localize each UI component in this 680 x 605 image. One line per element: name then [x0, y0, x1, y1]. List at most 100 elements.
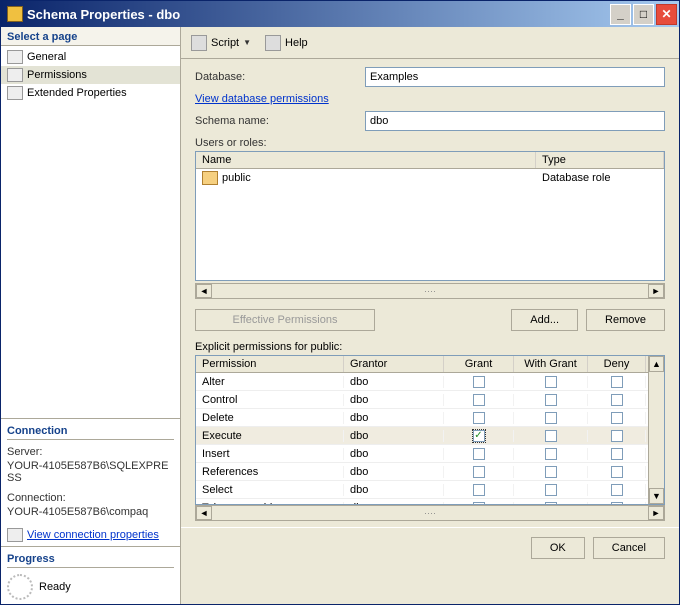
checkbox[interactable]: [473, 484, 485, 496]
database-label: Database:: [195, 71, 365, 83]
permission-row[interactable]: Selectdbo: [196, 481, 648, 499]
dialog-footer: OK Cancel: [181, 527, 679, 567]
connection-value: YOUR-4105E587B6\compaq: [7, 506, 174, 518]
users-horizontal-scrollbar[interactable]: ◄ ···· ►: [195, 283, 665, 299]
permission-row[interactable]: Take ownershipdbo: [196, 499, 648, 504]
sidebar-item-permissions[interactable]: Permissions: [1, 66, 180, 84]
permission-grantor: dbo: [344, 502, 444, 505]
perms-col-with-grant[interactable]: With Grant: [514, 356, 588, 372]
checkbox[interactable]: [611, 448, 623, 460]
perms-col-grantor[interactable]: Grantor: [344, 356, 444, 372]
users-roles-label: Users or roles:: [181, 137, 679, 151]
checkbox[interactable]: [545, 376, 557, 388]
scroll-track[interactable]: [649, 372, 664, 488]
checkbox[interactable]: [611, 484, 623, 496]
users-roles-list[interactable]: Name Type publicDatabase role: [195, 151, 665, 281]
progress-state: Ready: [39, 581, 71, 593]
checkbox[interactable]: [611, 394, 623, 406]
schema-name-field[interactable]: [365, 111, 665, 131]
perms-col-permission[interactable]: Permission: [196, 356, 344, 372]
app-icon: [7, 6, 23, 22]
minimize-button[interactable]: _: [610, 4, 631, 25]
checkbox[interactable]: [611, 376, 623, 388]
connection-label: Connection:: [7, 492, 174, 504]
permission-row[interactable]: Referencesdbo: [196, 463, 648, 481]
script-label: Script: [211, 37, 239, 49]
permission-name: Alter: [196, 376, 344, 388]
properties-icon: [7, 528, 23, 542]
sidebar-item-general[interactable]: General: [1, 48, 180, 66]
sidebar-item-label: Extended Properties: [27, 87, 127, 99]
database-field[interactable]: [365, 67, 665, 87]
permission-row[interactable]: Controldbo: [196, 391, 648, 409]
scroll-up-button[interactable]: ▲: [649, 356, 664, 372]
checkbox[interactable]: [611, 466, 623, 478]
view-connection-properties-link[interactable]: View connection properties: [7, 528, 174, 542]
perms-col-grant[interactable]: Grant: [444, 356, 514, 372]
permission-row[interactable]: Alterdbo: [196, 373, 648, 391]
permissions-vertical-scrollbar[interactable]: ▲ ▼: [648, 356, 664, 504]
progress-header: Progress: [7, 553, 174, 568]
cancel-button[interactable]: Cancel: [593, 537, 665, 559]
server-label: Server:: [7, 446, 174, 458]
permission-name: Insert: [196, 448, 344, 460]
maximize-button[interactable]: □: [633, 4, 654, 25]
permission-row[interactable]: Deletedbo: [196, 409, 648, 427]
perms-col-deny[interactable]: Deny: [588, 356, 646, 372]
view-database-permissions-link[interactable]: View database permissions: [195, 93, 665, 105]
sidebar-item-extended-properties[interactable]: Extended Properties: [1, 84, 180, 102]
ok-button[interactable]: OK: [531, 537, 585, 559]
checkbox[interactable]: [545, 484, 557, 496]
checkbox[interactable]: [545, 412, 557, 424]
users-row[interactable]: publicDatabase role: [196, 169, 664, 187]
checkbox[interactable]: [545, 448, 557, 460]
users-col-name[interactable]: Name: [196, 152, 536, 168]
checkbox[interactable]: [473, 466, 485, 478]
connection-header: Connection: [7, 425, 174, 440]
close-button[interactable]: ✕: [656, 4, 677, 25]
remove-button[interactable]: Remove: [586, 309, 665, 331]
users-col-type[interactable]: Type: [536, 152, 664, 168]
scroll-left-button[interactable]: ◄: [196, 506, 212, 520]
permissions-grid: Permission Grantor Grant With Grant Deny…: [195, 355, 665, 505]
checkbox[interactable]: [473, 412, 485, 424]
permission-grantor: dbo: [344, 448, 444, 460]
checkbox[interactable]: ✓: [473, 430, 485, 442]
checkbox[interactable]: [545, 466, 557, 478]
permissions-horizontal-scrollbar[interactable]: ◄ ···· ►: [195, 505, 665, 521]
permission-name: Control: [196, 394, 344, 406]
explicit-permissions-label: Explicit permissions for public:: [181, 339, 679, 355]
dialog-window: Schema Properties - dbo _ □ ✕ Select a p…: [0, 0, 680, 605]
user-type: Database role: [542, 172, 658, 184]
checkbox[interactable]: [473, 376, 485, 388]
checkbox[interactable]: [611, 412, 623, 424]
checkbox[interactable]: [545, 394, 557, 406]
main-panel: Script ▼ Help Database: View database pe…: [181, 27, 679, 604]
scroll-left-button[interactable]: ◄: [196, 284, 212, 298]
permission-name: Take ownership: [196, 502, 344, 505]
titlebar[interactable]: Schema Properties - dbo _ □ ✕: [1, 1, 679, 27]
help-button[interactable]: Help: [265, 35, 308, 51]
effective-permissions-button[interactable]: Effective Permissions: [195, 309, 375, 331]
scroll-track[interactable]: ····: [212, 508, 648, 518]
role-icon: [202, 171, 218, 185]
checkbox[interactable]: [473, 502, 485, 505]
checkbox[interactable]: [473, 394, 485, 406]
page-icon: [7, 86, 23, 100]
script-icon: [191, 35, 207, 51]
permission-grantor: dbo: [344, 412, 444, 424]
permission-row[interactable]: Insertdbo: [196, 445, 648, 463]
permission-row[interactable]: Executedbo✓: [196, 427, 648, 445]
scroll-right-button[interactable]: ►: [648, 284, 664, 298]
permission-name: References: [196, 466, 344, 478]
checkbox[interactable]: [611, 502, 623, 505]
checkbox[interactable]: [473, 448, 485, 460]
checkbox[interactable]: [545, 502, 557, 505]
scroll-down-button[interactable]: ▼: [649, 488, 664, 504]
checkbox[interactable]: [545, 430, 557, 442]
script-button[interactable]: Script ▼: [191, 35, 251, 51]
scroll-right-button[interactable]: ►: [648, 506, 664, 520]
checkbox[interactable]: [611, 430, 623, 442]
add-button[interactable]: Add...: [511, 309, 578, 331]
scroll-track[interactable]: ····: [212, 286, 648, 296]
